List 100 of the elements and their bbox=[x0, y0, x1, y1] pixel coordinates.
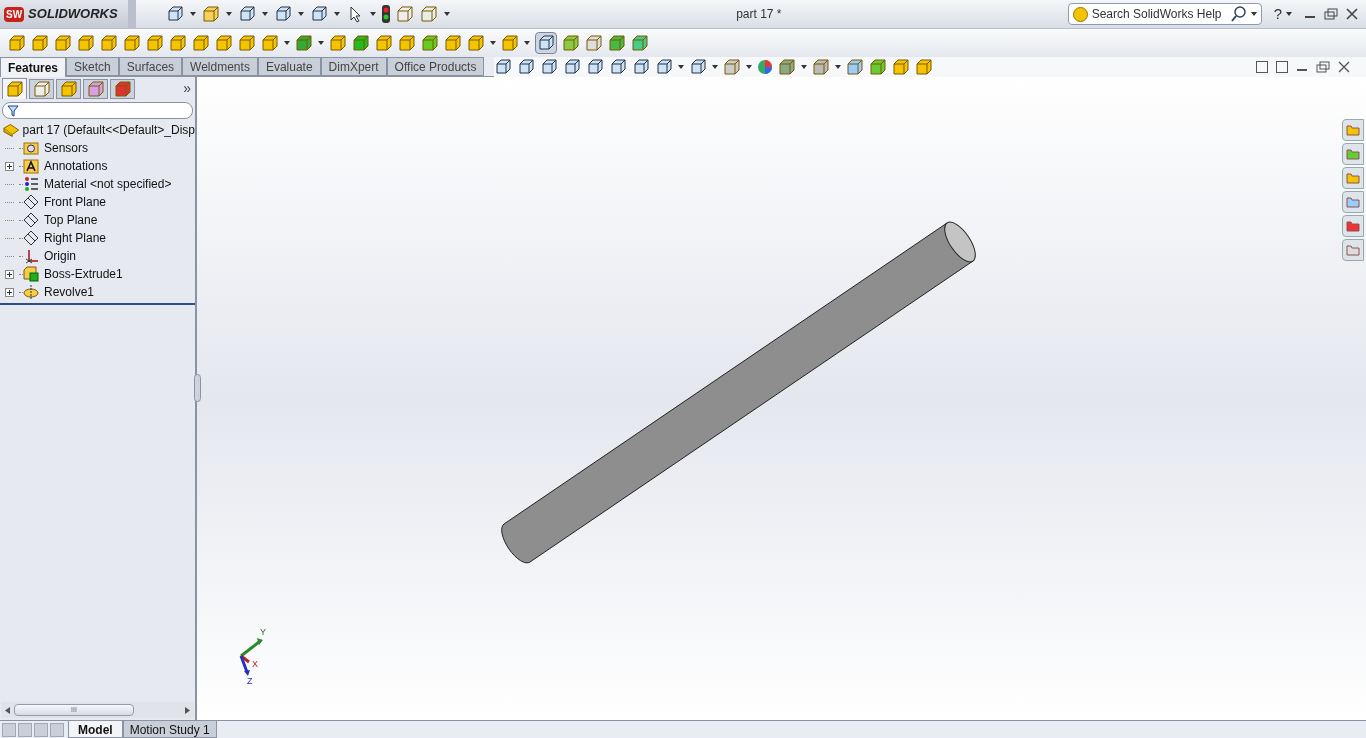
cube-icon[interactable] bbox=[310, 5, 328, 23]
feature-icon[interactable] bbox=[892, 58, 910, 76]
command-tab[interactable]: Weldments bbox=[182, 57, 258, 76]
help-button[interactable]: ? bbox=[1273, 2, 1282, 26]
scroll-left-icon[interactable] bbox=[5, 706, 10, 714]
task-pane-tab[interactable] bbox=[1342, 143, 1364, 165]
feature-icon[interactable] bbox=[146, 34, 164, 52]
caret-icon[interactable] bbox=[444, 12, 450, 16]
feature-icon[interactable] bbox=[54, 34, 72, 52]
feature-icon[interactable] bbox=[915, 58, 933, 76]
search-icon[interactable] bbox=[1230, 6, 1247, 22]
expand-icon[interactable] bbox=[5, 161, 14, 171]
caret-icon[interactable] bbox=[262, 12, 268, 16]
feature-icon[interactable] bbox=[562, 34, 580, 52]
feature-icon[interactable] bbox=[420, 5, 438, 23]
filter-field[interactable] bbox=[2, 102, 193, 119]
caret-icon[interactable] bbox=[318, 41, 324, 45]
feature-icon[interactable] bbox=[846, 58, 864, 76]
tree-item[interactable]: Top Plane bbox=[44, 211, 98, 229]
cube-icon[interactable] bbox=[655, 58, 673, 76]
scroll-right-icon[interactable] bbox=[185, 706, 190, 714]
restore-icon[interactable] bbox=[1316, 61, 1330, 73]
caret-icon[interactable] bbox=[1250, 12, 1257, 16]
more-button[interactable]: » bbox=[183, 78, 191, 99]
part-name[interactable]: part 17 (Default<<Default>_Disp bbox=[22, 121, 195, 139]
caret-icon[interactable] bbox=[801, 65, 807, 69]
task-pane-tab[interactable] bbox=[1342, 215, 1364, 237]
close-icon[interactable] bbox=[1346, 8, 1358, 20]
feature-icon[interactable] bbox=[396, 5, 414, 23]
feature-icon[interactable] bbox=[501, 34, 519, 52]
command-tab[interactable]: Evaluate bbox=[257, 57, 321, 76]
feature-icon[interactable] bbox=[295, 34, 313, 52]
tree-item[interactable]: Front Plane bbox=[44, 193, 107, 211]
expand-icon[interactable] bbox=[5, 269, 14, 279]
caret-icon[interactable] bbox=[746, 65, 752, 69]
command-tab[interactable]: Features bbox=[0, 57, 67, 77]
caret-icon[interactable] bbox=[370, 12, 376, 16]
feature-icon[interactable] bbox=[421, 34, 439, 52]
feature-icon[interactable] bbox=[8, 34, 26, 52]
feature-icon[interactable] bbox=[812, 58, 830, 76]
cube-icon[interactable] bbox=[274, 5, 292, 23]
caret-icon[interactable] bbox=[190, 12, 196, 16]
caret-icon[interactable] bbox=[284, 41, 290, 45]
feature-icon[interactable] bbox=[778, 58, 796, 76]
feature-icon[interactable] bbox=[467, 34, 485, 52]
cube-icon[interactable] bbox=[166, 5, 184, 23]
feature-icon[interactable] bbox=[631, 34, 649, 52]
bottom-tab[interactable]: Model bbox=[68, 721, 123, 738]
caret-icon[interactable] bbox=[678, 65, 684, 69]
restore-icon[interactable] bbox=[1324, 8, 1338, 20]
caret-icon[interactable] bbox=[1286, 12, 1292, 16]
tree-item[interactable]: Sensors bbox=[44, 139, 89, 157]
bottom-tab[interactable]: Motion Study 1 bbox=[122, 721, 217, 738]
cube-icon[interactable] bbox=[540, 58, 558, 76]
panel-collapse-handle[interactable] bbox=[194, 374, 201, 402]
feature-icon[interactable] bbox=[608, 34, 626, 52]
tree-item[interactable]: Right Plane bbox=[44, 229, 107, 247]
pane-right-icon[interactable] bbox=[1276, 61, 1288, 73]
feature-icon[interactable] bbox=[398, 34, 416, 52]
expand-icon[interactable] bbox=[5, 287, 14, 297]
command-tab[interactable]: Surfaces bbox=[118, 57, 183, 76]
feature-icon[interactable] bbox=[31, 34, 49, 52]
feature-icon[interactable] bbox=[123, 34, 141, 52]
caret-icon[interactable] bbox=[334, 12, 340, 16]
command-tab[interactable]: Office Products bbox=[386, 57, 485, 76]
feature-icon[interactable] bbox=[261, 34, 279, 52]
cube-icon[interactable] bbox=[517, 58, 535, 76]
tree-item[interactable]: Annotations bbox=[44, 157, 108, 175]
feature-icon[interactable] bbox=[100, 34, 118, 52]
tree-item[interactable]: Origin bbox=[44, 247, 76, 265]
feature-icon[interactable] bbox=[375, 34, 393, 52]
caret-icon[interactable] bbox=[490, 41, 496, 45]
caret-icon[interactable] bbox=[835, 65, 841, 69]
logo-area[interactable]: SW SOLIDWORKS bbox=[0, 0, 128, 28]
close-icon[interactable] bbox=[1338, 61, 1350, 73]
cube-icon[interactable] bbox=[586, 58, 604, 76]
cube-icon[interactable] bbox=[689, 58, 707, 76]
feature-icon[interactable] bbox=[585, 34, 603, 52]
tree-item[interactable]: Material <not specified> bbox=[44, 175, 172, 193]
caret-icon[interactable] bbox=[524, 41, 530, 45]
cube-icon[interactable] bbox=[494, 58, 512, 76]
tree-item[interactable]: Revolve1 bbox=[44, 283, 95, 301]
cube-icon[interactable] bbox=[238, 5, 256, 23]
command-tab[interactable]: DimXpert bbox=[320, 57, 387, 76]
pane-left-icon[interactable] bbox=[1256, 61, 1268, 73]
feature-icon[interactable] bbox=[723, 58, 741, 76]
cube-icon[interactable] bbox=[609, 58, 627, 76]
feature-icon[interactable] bbox=[238, 34, 256, 52]
feature-icon[interactable] bbox=[169, 34, 187, 52]
feature-icon[interactable] bbox=[444, 34, 462, 52]
search-field[interactable]: Search SolidWorks Help bbox=[1067, 3, 1262, 25]
feature-icon[interactable] bbox=[329, 34, 347, 52]
feature-icon[interactable] bbox=[202, 5, 220, 23]
traffic-light-icon[interactable] bbox=[382, 5, 390, 23]
feature-icon[interactable] bbox=[352, 34, 370, 52]
feature-icon[interactable] bbox=[869, 58, 887, 76]
feature-icon[interactable] bbox=[215, 34, 233, 52]
color-ball-icon[interactable] bbox=[757, 59, 773, 75]
cube-icon[interactable] bbox=[563, 58, 581, 76]
feature-icon[interactable] bbox=[77, 34, 95, 52]
